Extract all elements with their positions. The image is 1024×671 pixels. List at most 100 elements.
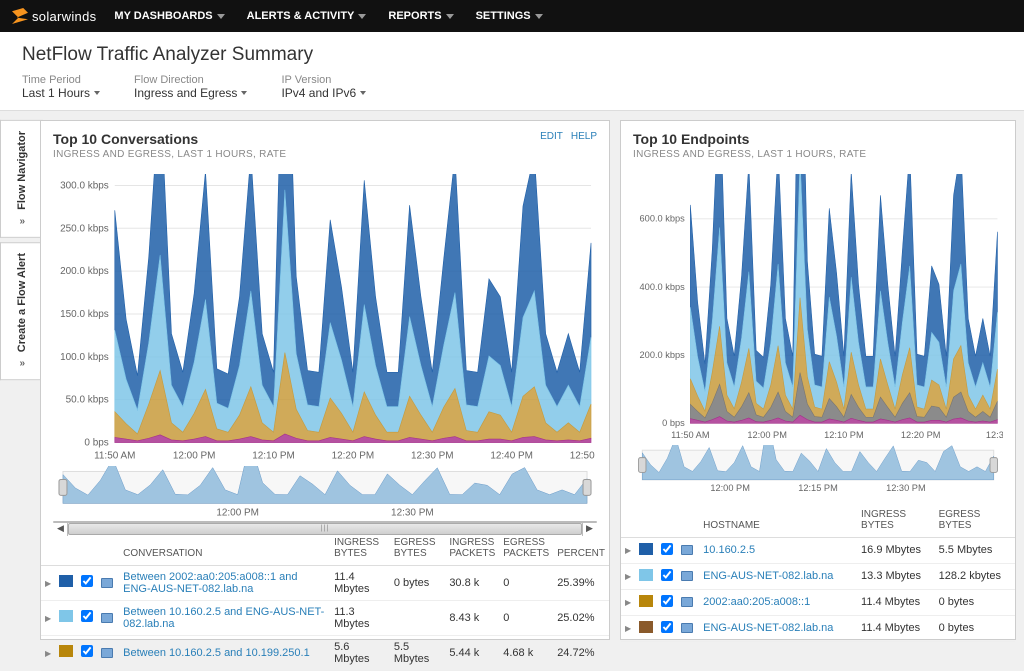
svg-text:200.0 kbps: 200.0 kbps xyxy=(60,266,109,277)
svg-text:12:20 PM: 12:20 PM xyxy=(901,430,941,440)
svg-text:200.0 kbps: 200.0 kbps xyxy=(640,350,686,360)
svg-text:12:15 PM: 12:15 PM xyxy=(798,483,838,493)
svg-text:600.0 kbps: 600.0 kbps xyxy=(640,214,686,224)
top-nav: solarwinds MY DASHBOARDS ALERTS & ACTIVIT… xyxy=(0,0,1024,32)
svg-text:12:00 PM: 12:00 PM xyxy=(747,430,787,440)
scroll-left-button[interactable]: ◀ xyxy=(54,522,68,536)
series-swatch xyxy=(59,575,73,587)
brand-text: solarwinds xyxy=(32,9,96,24)
svg-text:12:10 PM: 12:10 PM xyxy=(252,450,295,461)
card-endpoints: Top 10 Endpoints INGRESS AND EGRESS, LAS… xyxy=(620,120,1016,640)
row-checkbox[interactable] xyxy=(661,543,673,555)
series-swatch xyxy=(639,569,653,581)
svg-text:100.0 kbps: 100.0 kbps xyxy=(60,352,109,363)
row-checkbox[interactable] xyxy=(81,610,93,622)
row-checkbox[interactable] xyxy=(661,621,673,633)
logo-icon xyxy=(12,8,28,24)
conversations-table: CONVERSATIONINGRESSBYTESEGRESSBYTESINGRE… xyxy=(41,531,609,671)
svg-text:12:20 PM: 12:20 PM xyxy=(332,450,375,461)
conversations-overview[interactable]: 12:00 PM 12:30 PM xyxy=(53,466,597,519)
filter-ip-version[interactable]: IPv4 and IPv6 xyxy=(281,86,366,100)
filter-label: Flow Direction xyxy=(134,74,247,86)
expand-icon[interactable]: ▶ xyxy=(45,579,51,588)
page-title: NetFlow Traffic Analyzer Summary xyxy=(22,44,1002,66)
row-checkbox[interactable] xyxy=(81,645,93,657)
chevron-down-icon xyxy=(94,91,100,95)
conversations-chart[interactable]: 0 bps 50.0 kbps 100.0 kbps 150.0 kbps 200.0 … xyxy=(53,174,597,466)
filter-label: Time Period xyxy=(22,74,100,86)
host-icon xyxy=(101,578,113,588)
svg-text:0 bps: 0 bps xyxy=(84,438,108,449)
expand-icon[interactable]: ▶ xyxy=(625,598,631,607)
host-icon xyxy=(681,597,693,607)
series-swatch xyxy=(639,621,653,633)
svg-text:0 bps: 0 bps xyxy=(662,418,685,428)
help-link[interactable]: HELP xyxy=(571,131,597,142)
series-swatch xyxy=(639,543,653,555)
svg-text:250.0 kbps: 250.0 kbps xyxy=(60,223,109,234)
overview-scrollbar[interactable]: ◀ ||| ▶ xyxy=(53,521,597,523)
host-icon xyxy=(681,571,693,581)
hostname-link[interactable]: ENG-AUS-NET-082.lab.na xyxy=(703,570,833,582)
table-row: ▶10.160.2.516.9 Mbytes5.5 Mbytes xyxy=(621,537,1015,563)
table-row: ▶2002:aa0:205:a008::111.4 Mbytes0 bytes xyxy=(621,589,1015,615)
svg-text:12:00 PM: 12:00 PM xyxy=(173,450,216,461)
hostname-link[interactable]: ENG-AUS-NET-082.lab.na xyxy=(703,622,833,634)
series-swatch xyxy=(639,595,653,607)
scroll-thumb[interactable]: ||| xyxy=(68,523,582,535)
filter-flow-direction[interactable]: Ingress and Egress xyxy=(134,86,247,100)
expand-icon[interactable]: ▶ xyxy=(625,624,631,633)
host-icon xyxy=(681,623,693,633)
chevron-down-icon xyxy=(217,14,225,19)
hostname-link[interactable]: 10.160.2.5 xyxy=(703,544,755,556)
card-conversations: Top 10 Conversations INGRESS AND EGRESS,… xyxy=(40,120,610,640)
host-icon xyxy=(101,613,113,623)
svg-text:11:50 AM: 11:50 AM xyxy=(671,430,709,440)
svg-text:12:40 PM: 12:40 PM xyxy=(490,450,533,461)
chevron-down-icon xyxy=(535,14,543,19)
chevron-icon: » xyxy=(19,216,25,227)
expand-icon[interactable]: ▶ xyxy=(625,546,631,555)
menu-my-dashboards[interactable]: MY DASHBOARDS xyxy=(114,10,224,22)
chevron-icon: » xyxy=(19,358,25,369)
row-checkbox[interactable] xyxy=(661,569,673,581)
filter-time-period[interactable]: Last 1 Hours xyxy=(22,86,100,100)
svg-text:12:30 PM: 12:30 PM xyxy=(886,483,926,493)
host-icon xyxy=(681,545,693,555)
expand-icon[interactable]: ▶ xyxy=(625,572,631,581)
menu-alerts-activity[interactable]: ALERTS & ACTIVITY xyxy=(247,10,367,22)
svg-text:150.0 kbps: 150.0 kbps xyxy=(60,309,109,320)
menu-settings[interactable]: SETTINGS xyxy=(476,10,543,22)
page-header: NetFlow Traffic Analyzer Summary Time Pe… xyxy=(0,32,1024,111)
expand-icon[interactable]: ▶ xyxy=(45,649,51,658)
row-checkbox[interactable] xyxy=(81,575,93,587)
expand-icon[interactable]: ▶ xyxy=(45,614,51,623)
host-icon xyxy=(101,648,113,658)
endpoints-overview[interactable]: 12:00 PM12:15 PM12:30 PM xyxy=(633,445,1003,494)
svg-text:12:50 PM: 12:50 PM xyxy=(570,450,597,461)
hostname-link[interactable]: 2002:aa0:205:a008::1 xyxy=(703,596,810,608)
table-row: ▶ENG-AUS-NET-082.lab.na13.3 Mbytes128.2 … xyxy=(621,563,1015,589)
svg-text:11:50 AM: 11:50 AM xyxy=(94,450,135,461)
menu-reports[interactable]: REPORTS xyxy=(388,10,453,22)
series-swatch xyxy=(59,645,73,657)
chevron-down-icon xyxy=(360,91,366,95)
conversation-link[interactable]: Between 2002:aa0:205:a008::1 and ENG-AUS… xyxy=(123,571,297,595)
scroll-right-button[interactable]: ▶ xyxy=(582,522,596,536)
svg-text:12:00 PM: 12:00 PM xyxy=(216,507,259,518)
card-title: Top 10 Conversations xyxy=(53,131,540,147)
table-row: ▶ Between 2002:aa0:205:a008::1 and ENG-AU… xyxy=(41,565,609,600)
conversation-link[interactable]: Between 10.160.2.5 and ENG-AUS-NET-082.l… xyxy=(123,606,324,630)
table-row: ▶Between 10.160.2.5 and 10.199.250.15.6 … xyxy=(41,635,609,670)
row-checkbox[interactable] xyxy=(661,595,673,607)
conversation-link[interactable]: Between 10.160.2.5 and 10.199.250.1 xyxy=(123,647,310,659)
svg-text:12:10 PM: 12:10 PM xyxy=(824,430,864,440)
svg-text:12:30 PM: 12:30 PM xyxy=(391,507,434,518)
endpoints-chart[interactable]: 0 bps200.0 kbps400.0 kbps600.0 kbps11:50… xyxy=(633,174,1003,445)
svg-text:50.0 kbps: 50.0 kbps xyxy=(66,395,109,406)
series-swatch xyxy=(59,610,73,622)
chevron-down-icon xyxy=(358,14,366,19)
filter-label: IP Version xyxy=(281,74,366,86)
brand-logo[interactable]: solarwinds xyxy=(12,8,96,24)
edit-link[interactable]: EDIT xyxy=(540,131,563,142)
